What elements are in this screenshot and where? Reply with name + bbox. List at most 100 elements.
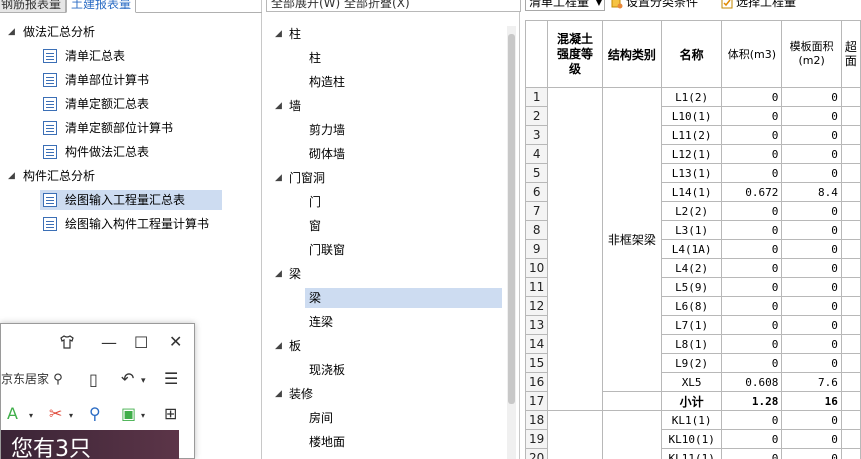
name-cell[interactable]: L9(2) [660,353,723,373]
name-cell[interactable]: L11(2) [660,125,723,145]
volume-cell[interactable]: 0 [721,315,783,335]
grade-cell[interactable] [547,410,603,459]
formwork-cell[interactable]: 0 [781,144,842,164]
chevron-down-icon[interactable]: ▾ [69,406,73,426]
gamepad-icon[interactable]: ▣ [121,404,136,424]
caret-down-icon[interactable]: ◢ [275,384,285,404]
tab-rebar-report[interactable]: 钢筋报表量 [0,0,67,13]
component-group[interactable]: ◢ 墙 [275,96,301,116]
volume-cell[interactable]: 0 [721,296,783,316]
volume-cell[interactable]: 0 [721,410,783,430]
caret-down-icon[interactable]: ◢ [8,22,18,42]
formwork-cell[interactable]: 0 [781,296,842,316]
component-group[interactable]: ◢ 门窗洞 [275,168,325,188]
phone-icon[interactable]: ▯ [89,370,98,390]
volume-cell[interactable]: 0 [721,87,783,107]
extra-cell[interactable] [840,448,861,459]
tree-item[interactable]: 清单部位计算书 [40,70,149,90]
name-cell[interactable]: L10(1) [660,106,723,126]
name-cell[interactable]: L2(2) [660,201,723,221]
component-item[interactable]: 连梁 [305,312,333,332]
row-number[interactable]: 12 [524,296,549,316]
row-number[interactable]: 1 [524,87,549,107]
menu-icon[interactable]: ☰ [164,369,178,389]
formwork-cell[interactable]: 8.4 [781,182,842,202]
category-cell[interactable]: 非框架梁 [601,87,662,392]
volume-cell[interactable]: 0 [721,106,783,126]
category-cell[interactable] [601,391,662,411]
row-number[interactable]: 15 [524,353,549,373]
component-tree-scrollbar[interactable] [507,26,516,459]
select-quantity-button[interactable]: 选择工程量 [721,0,796,11]
volume-cell[interactable]: 0 [721,125,783,145]
tree-item[interactable]: 清单定额汇总表 [40,94,149,114]
row-number[interactable]: 19 [524,429,549,449]
extra-cell[interactable] [840,353,861,373]
popup-banner[interactable]: 您有3只 [1,430,179,459]
row-number[interactable]: 10 [524,258,549,278]
component-group[interactable]: ◢ 装修 [275,384,313,404]
translate-icon[interactable]: A [7,404,18,424]
component-item[interactable]: 现浇板 [305,360,345,380]
set-filter-button[interactable]: 设置分类条件 [611,0,698,11]
row-number[interactable]: 4 [524,144,549,164]
tree-item[interactable]: 清单定额部位计算书 [40,118,173,138]
row-number[interactable]: 18 [524,410,549,430]
volume-cell[interactable]: 0 [721,429,783,449]
extra-cell[interactable] [840,106,861,126]
formwork-cell[interactable]: 0 [781,448,842,459]
component-item[interactable]: 构造柱 [305,72,345,92]
name-cell[interactable]: KL10(1) [660,429,723,449]
row-number[interactable]: 17 [524,391,549,411]
popup-search[interactable]: 京东居家 ⚲ [1,366,71,392]
search-icon[interactable]: ⚲ [89,404,101,424]
component-item[interactable]: 门联窗 [305,240,345,260]
subtotal-label[interactable]: 小计 [660,391,723,411]
caret-down-icon[interactable]: ◢ [275,96,285,116]
component-item[interactable]: 窗 [305,216,321,236]
extra-cell[interactable] [840,410,861,430]
header-name[interactable]: 名称 [660,20,723,88]
extra-cell[interactable] [840,220,861,240]
formwork-cell[interactable]: 7.6 [781,372,842,392]
caret-down-icon[interactable]: ◢ [275,24,285,44]
row-number[interactable]: 13 [524,315,549,335]
tree-item[interactable]: 构件做法汇总表 [40,142,149,162]
extra-cell[interactable] [840,239,861,259]
extra-cell[interactable] [840,391,861,411]
formwork-cell[interactable]: 0 [781,239,842,259]
close-icon[interactable]: ✕ [169,332,182,352]
scissors-icon[interactable]: ✂ [49,404,62,424]
row-number[interactable]: 2 [524,106,549,126]
volume-cell[interactable]: 0 [721,201,783,221]
expand-collapse-toolbar[interactable]: 全部展开(W) 全部折叠(X) [266,0,521,12]
component-item[interactable]: 柱 [305,48,321,68]
formwork-cell[interactable]: 0 [781,334,842,354]
formwork-cell[interactable]: 0 [781,106,842,126]
minimize-icon[interactable]: — [101,333,117,353]
name-cell[interactable]: L4(1A) [660,239,723,259]
extra-cell[interactable] [840,144,861,164]
formwork-cell[interactable]: 0 [781,125,842,145]
undo-icon[interactable]: ↶ [121,369,134,389]
name-cell[interactable]: KL1(1) [660,410,723,430]
name-cell[interactable]: L4(2) [660,258,723,278]
scrollbar-thumb[interactable] [508,34,515,404]
formwork-cell[interactable]: 0 [781,258,842,278]
chevron-down-icon[interactable]: ▾ [141,406,145,426]
extra-cell[interactable] [840,315,861,335]
table-row[interactable]: 1 非框架梁 L1(2) 0 0 [524,87,861,411]
formwork-cell[interactable]: 0 [781,315,842,335]
extra-cell[interactable] [840,372,861,392]
subtotal-formwork[interactable]: 16 [781,391,842,411]
extra-cell[interactable] [840,277,861,297]
volume-cell[interactable]: 0 [721,448,783,459]
volume-cell[interactable]: 0.608 [721,372,783,392]
caret-down-icon[interactable]: ◢ [275,264,285,284]
maximize-icon[interactable]: ☐ [134,333,148,353]
tree-group[interactable]: ◢ 做法汇总分析 [8,22,95,42]
tree-item[interactable]: 绘图输入构件工程量计算书 [40,214,209,234]
component-item[interactable]: 楼地面 [305,432,345,452]
component-group[interactable]: ◢ 梁 [275,264,301,284]
extra-cell[interactable] [840,163,861,183]
